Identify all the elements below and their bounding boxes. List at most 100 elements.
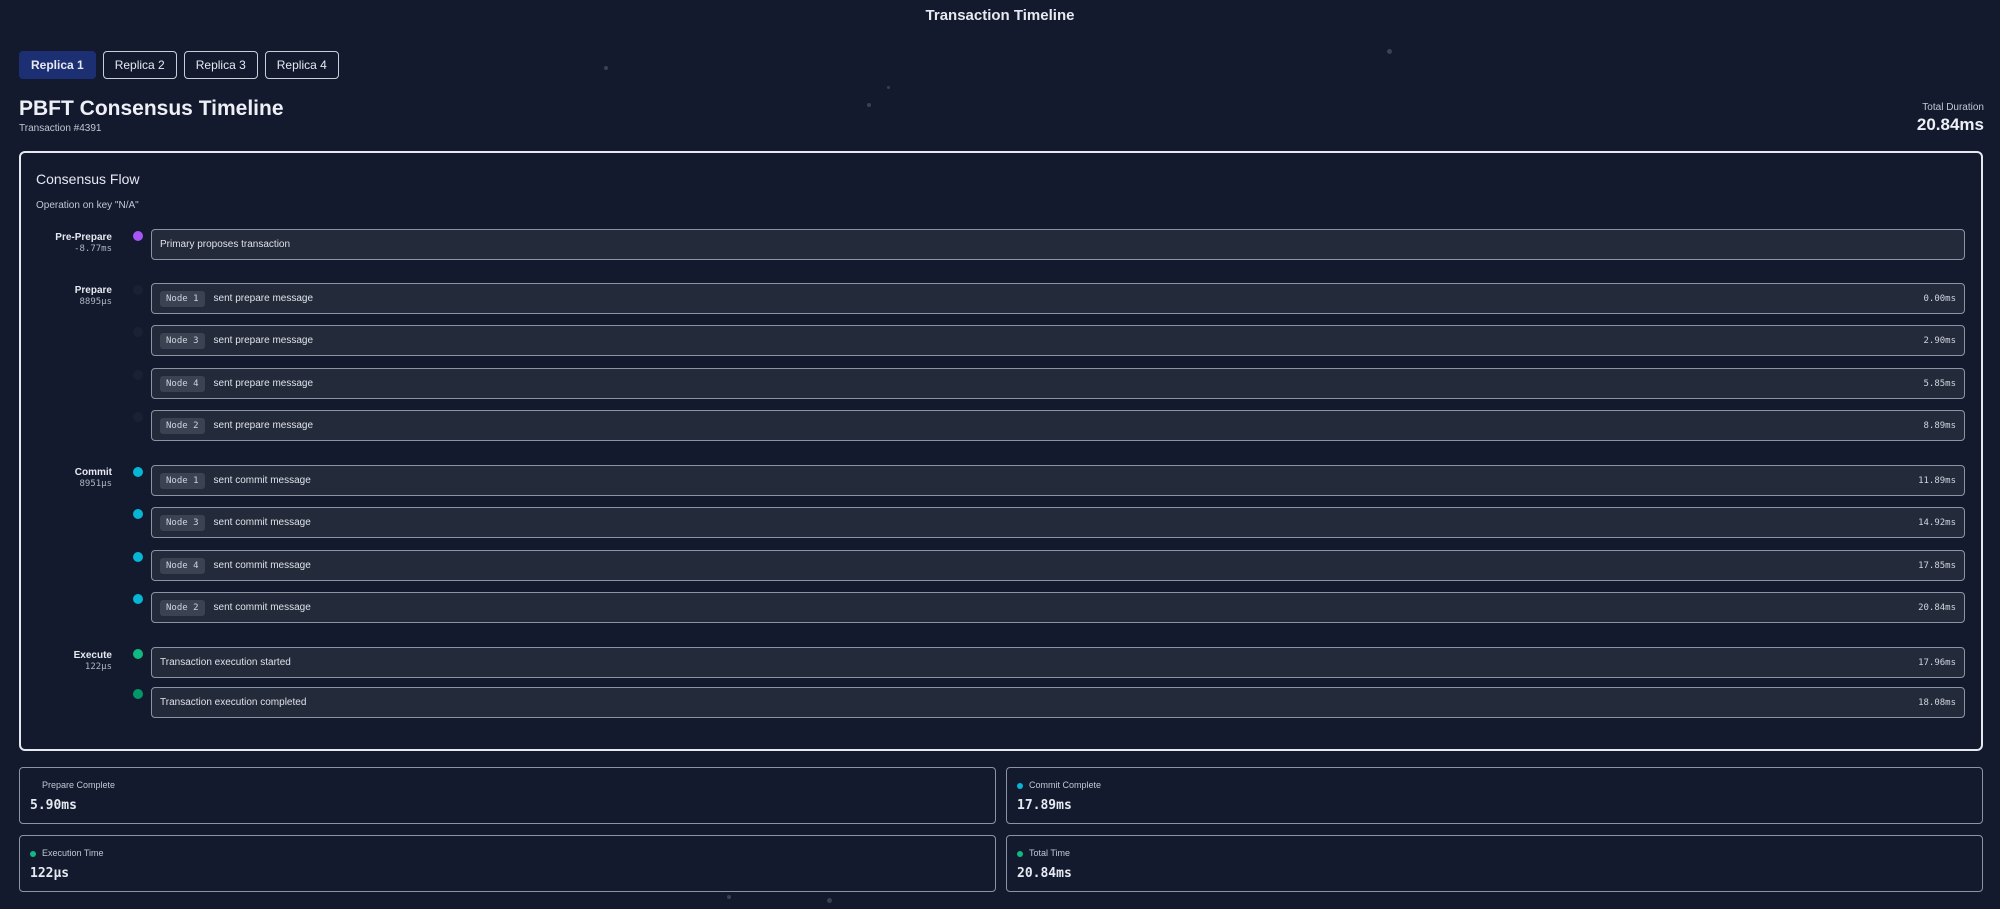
- phase-commit: Commit 8951µs: [22, 467, 112, 490]
- page-title: PBFT Consensus Timeline: [19, 97, 284, 120]
- app-title: Transaction Timeline: [925, 7, 1075, 24]
- event-time: 17.96ms: [1918, 657, 1956, 668]
- pre-prepare-marker: [133, 231, 143, 241]
- event-text: sent commit message: [213, 517, 311, 528]
- phase-name: Pre-Prepare: [55, 232, 112, 243]
- event-time: 17.85ms: [1918, 560, 1956, 571]
- event-time: 11.89ms: [1918, 475, 1956, 486]
- phase-execute: Execute 122µs: [22, 650, 112, 673]
- event-execute-complete[interactable]: Transaction execution completed 18.08ms: [151, 687, 1965, 718]
- stat-prepare-complete: Prepare Complete 5.90ms: [19, 767, 996, 824]
- background-speck: [827, 898, 832, 903]
- event-time: 8.89ms: [1923, 420, 1956, 431]
- stat-label-row: Commit Complete: [1017, 780, 1101, 791]
- node-badge: Node 3: [160, 332, 205, 349]
- event-commit[interactable]: Node 3 sent commit message 14.92ms: [151, 507, 1965, 538]
- background-speck: [604, 66, 608, 70]
- stat-label-row: Prepare Complete: [30, 780, 115, 791]
- phase-duration: 122µs: [84, 662, 112, 672]
- status-dot: [1017, 782, 1023, 789]
- status-dot: [1017, 850, 1023, 857]
- transaction-id: Transaction #4391: [19, 123, 102, 134]
- commit-marker: [133, 552, 143, 562]
- background-speck: [1387, 49, 1392, 54]
- node-badge: Node 1: [160, 290, 205, 307]
- event-text: Primary proposes transaction: [160, 239, 291, 250]
- stat-label: Total Time: [1029, 848, 1071, 858]
- background-speck: [887, 86, 890, 89]
- execute-start-marker: [133, 649, 143, 659]
- event-text: Transaction execution started: [160, 657, 291, 668]
- event-prepare[interactable]: Node 2 sent prepare message 8.89ms: [151, 410, 1965, 441]
- tab-replica-4[interactable]: Replica 4: [264, 51, 339, 79]
- event-commit[interactable]: Node 4 sent commit message 17.85ms: [151, 550, 1965, 581]
- event-text: Transaction execution completed: [160, 697, 307, 708]
- stat-commit-complete: Commit Complete 17.89ms: [1006, 767, 1983, 824]
- event-text: sent commit message: [213, 560, 311, 571]
- stat-total-time: Total Time 20.84ms: [1006, 835, 1983, 892]
- event-time: 20.84ms: [1918, 602, 1956, 613]
- phase-name: Execute: [73, 650, 112, 661]
- event-prepare[interactable]: Node 3 sent prepare message 2.90ms: [151, 325, 1965, 356]
- event-execute-start[interactable]: Transaction execution started 17.96ms: [151, 647, 1965, 678]
- background-speck: [727, 895, 731, 899]
- tab-replica-2[interactable]: Replica 2: [102, 51, 177, 79]
- tab-replica-3[interactable]: Replica 3: [183, 51, 258, 79]
- event-text: sent commit message: [213, 475, 311, 486]
- operation-key: Operation on key "N/A": [36, 200, 139, 211]
- prepare-marker: [133, 412, 143, 422]
- phase-duration: 8895µs: [79, 297, 112, 307]
- event-commit[interactable]: Node 2 sent commit message 20.84ms: [151, 592, 1965, 623]
- commit-marker: [133, 467, 143, 477]
- prepare-marker: [133, 327, 143, 337]
- phase-prepare: Prepare 8895µs: [22, 285, 112, 308]
- phase-duration: -8.77ms: [74, 244, 112, 254]
- stat-label-row: Execution Time: [30, 848, 104, 859]
- replica-tabs: Replica 1 Replica 2 Replica 3 Replica 4: [19, 51, 339, 79]
- phase-name: Commit: [74, 467, 112, 478]
- phase-pre-prepare: Pre-Prepare -8.77ms: [22, 232, 112, 255]
- phase-duration: 8951µs: [79, 479, 112, 489]
- commit-marker: [133, 594, 143, 604]
- stat-value: 5.90ms: [30, 798, 77, 813]
- node-badge: Node 2: [160, 417, 205, 434]
- event-time: 2.90ms: [1923, 335, 1956, 346]
- stat-label: Commit Complete: [1029, 780, 1102, 790]
- status-dot: [30, 850, 36, 857]
- node-badge: Node 4: [160, 557, 205, 574]
- stat-execution-time: Execution Time 122µs: [19, 835, 996, 892]
- phase-name: Prepare: [74, 285, 112, 296]
- commit-marker: [133, 509, 143, 519]
- node-badge: Node 4: [160, 375, 205, 392]
- event-text: sent prepare message: [213, 293, 314, 304]
- event-time: 18.08ms: [1918, 697, 1956, 708]
- stat-label: Execution Time: [42, 848, 104, 858]
- status-dot: [30, 782, 36, 789]
- event-text: sent prepare message: [213, 378, 314, 389]
- stat-value: 17.89ms: [1017, 798, 1072, 813]
- stat-value: 20.84ms: [1017, 866, 1072, 881]
- node-badge: Node 2: [160, 599, 205, 616]
- stat-label: Prepare Complete: [42, 780, 116, 790]
- tab-replica-1[interactable]: Replica 1: [19, 51, 96, 79]
- background-speck: [867, 103, 871, 107]
- event-prepare[interactable]: Node 1 sent prepare message 0.00ms: [151, 283, 1965, 314]
- node-badge: Node 1: [160, 472, 205, 489]
- total-duration-label: Total Duration: [1922, 102, 1984, 113]
- event-commit[interactable]: Node 1 sent commit message 11.89ms: [151, 465, 1965, 496]
- prepare-marker: [133, 285, 143, 295]
- node-badge: Node 3: [160, 514, 205, 531]
- execute-complete-marker: [133, 689, 143, 699]
- consensus-flow-title: Consensus Flow: [36, 171, 140, 187]
- event-text: sent prepare message: [213, 420, 314, 431]
- stat-value: 122µs: [30, 866, 70, 881]
- event-time: 14.92ms: [1918, 517, 1956, 528]
- event-pre-prepare[interactable]: Primary proposes transaction: [151, 229, 1965, 260]
- event-text: sent commit message: [213, 602, 311, 613]
- event-time: 5.85ms: [1923, 378, 1956, 389]
- event-text: sent prepare message: [213, 335, 314, 346]
- event-prepare[interactable]: Node 4 sent prepare message 5.85ms: [151, 368, 1965, 399]
- total-duration-value: 20.84ms: [1916, 115, 1984, 134]
- prepare-marker: [133, 370, 143, 380]
- stat-label-row: Total Time: [1017, 848, 1070, 859]
